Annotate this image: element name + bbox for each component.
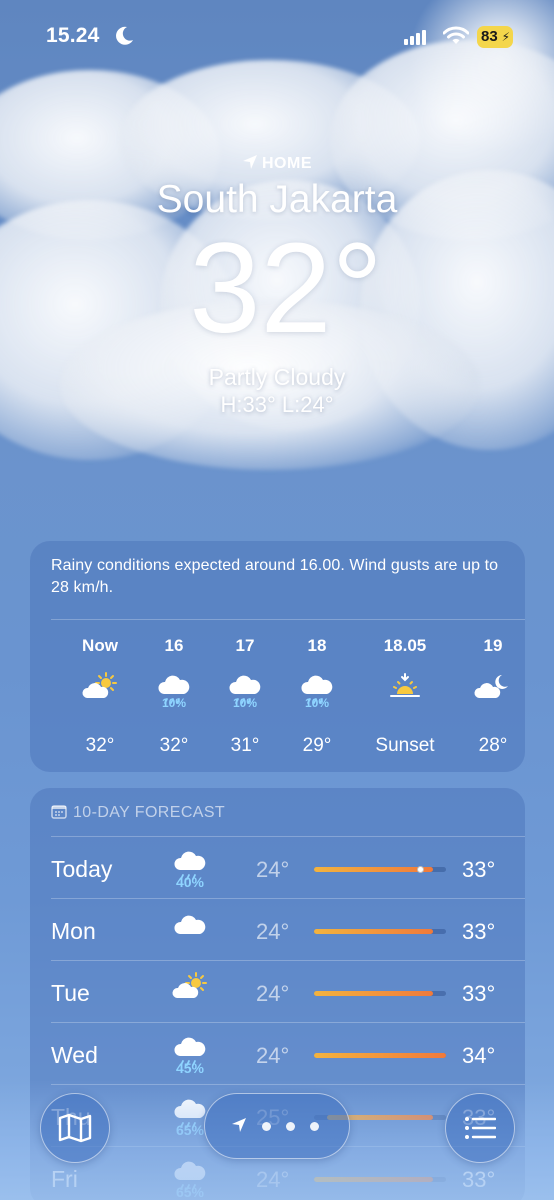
- row-divider: [51, 960, 525, 961]
- page-dot: [262, 1122, 271, 1131]
- hour-temperature: 32°: [159, 735, 189, 756]
- high-low-text: H:33° L:24°: [220, 392, 334, 417]
- low-temperature: 24°: [256, 919, 290, 944]
- high-temperature: 33°: [462, 919, 496, 944]
- row-divider: [51, 1022, 525, 1023]
- cloud-icon: [170, 908, 210, 948]
- hour-temperature: 32°: [85, 735, 115, 756]
- hour-temperature: 31°: [230, 735, 260, 756]
- temperature-range-bar: [314, 1053, 446, 1058]
- hourly-item: Now 32°: [65, 636, 135, 757]
- precip-chance: 10%: [161, 696, 187, 710]
- temperature-range-fill: [314, 991, 433, 996]
- high-temperature: 34°: [462, 1043, 496, 1068]
- day-label: Today: [51, 856, 113, 882]
- location-arrow-icon: [243, 155, 257, 169]
- temperature-range-bar: [314, 991, 446, 996]
- hourly-item: 18.05 Sunset: [370, 636, 440, 757]
- list-icon: [465, 1117, 496, 1139]
- low-temperature: 24°: [256, 981, 290, 1006]
- forecast-day-row[interactable]: Mon 24° 33°: [30, 900, 525, 962]
- day-label: Mon: [51, 918, 96, 944]
- temperature-range-bar: [314, 866, 446, 873]
- moon-icon: [116, 26, 133, 45]
- hourly-item: 19 28°: [458, 636, 525, 757]
- hour-label: 18: [307, 636, 327, 655]
- charging-bolt-icon: ⚡: [501, 30, 510, 44]
- city-name: South Jakarta: [156, 178, 398, 221]
- temperature-range-bar: [314, 929, 446, 934]
- hour-temperature: 28°: [478, 735, 508, 756]
- battery-level: 83: [481, 28, 498, 45]
- precip-chance: 10%: [232, 696, 258, 710]
- temperature-range-fill: [314, 1053, 446, 1058]
- hour-label: 19: [483, 636, 503, 655]
- precip-chance: 10%: [304, 696, 330, 710]
- high-temperature: 33°: [462, 981, 496, 1006]
- temperature-range-fill: [314, 867, 433, 872]
- forecast-day-row[interactable]: Wed 45% 24° 34°: [30, 1024, 525, 1086]
- partly-cloudy-icon: [65, 670, 135, 710]
- status-bar: 15.24 83 ⚡: [0, 22, 554, 52]
- page-dot: [286, 1122, 295, 1131]
- hourly-item: 16 10% 32°: [139, 636, 209, 757]
- row-divider: [51, 836, 525, 837]
- battery-indicator: 83 ⚡: [477, 26, 513, 48]
- sunset-icon: [370, 670, 440, 710]
- rain-cloud-icon: 10%: [210, 670, 280, 710]
- day-label: Tue: [51, 980, 90, 1006]
- map-icon: [58, 1113, 92, 1143]
- hourly-forecast-card[interactable]: Rainy conditions expected around 16.00. …: [30, 541, 525, 772]
- current-temperature: 32°: [189, 217, 383, 360]
- hour-label: Now: [82, 636, 118, 655]
- current-temp-dot: [416, 866, 424, 873]
- hour-label: 18.05: [383, 636, 427, 655]
- list-button[interactable]: [445, 1093, 515, 1163]
- calendar-icon: [51, 805, 67, 819]
- rain-cloud-icon: 10%: [139, 670, 209, 710]
- map-button[interactable]: [40, 1093, 110, 1163]
- wifi-icon: [443, 26, 469, 44]
- forecast-day-row[interactable]: Today 40% 24° 33°: [30, 838, 525, 900]
- night-cloudy-icon: [458, 670, 525, 710]
- divider: [51, 619, 525, 620]
- condition-text: Partly Cloudy: [208, 364, 346, 390]
- location-arrow-icon: [232, 1118, 246, 1132]
- page-indicator[interactable]: [204, 1093, 350, 1159]
- precip-chance: 45%: [175, 1060, 205, 1076]
- low-temperature: 24°: [256, 1043, 290, 1068]
- location-tag: HOME: [0, 154, 554, 173]
- hourly-item: 17 10% 31°: [210, 636, 280, 757]
- partly-cloudy-icon: [170, 970, 210, 1010]
- low-temperature: 24°: [256, 857, 290, 882]
- status-time: 15.24: [46, 24, 100, 47]
- hour-label: 16: [164, 636, 184, 655]
- ten-day-header: 10-DAY FORECAST: [51, 804, 225, 822]
- forecast-day-row[interactable]: Tue 24° 33°: [30, 962, 525, 1024]
- hour-temperature: Sunset: [375, 735, 435, 756]
- location-tag-label: HOME: [262, 155, 312, 172]
- forecast-summary: Rainy conditions expected around 16.00. …: [51, 557, 499, 596]
- hourly-item: 18 10% 29°: [282, 636, 352, 757]
- high-temperature: 33°: [462, 857, 496, 882]
- precip-chance: 40%: [175, 874, 205, 890]
- page-dot: [310, 1122, 319, 1131]
- day-label: Wed: [51, 1042, 98, 1068]
- row-divider: [51, 898, 525, 899]
- ten-day-title: 10-DAY FORECAST: [73, 804, 226, 821]
- hour-label: 17: [235, 636, 255, 655]
- rain-cloud-icon: 10%: [282, 670, 352, 710]
- cellular-signal-icon: [404, 30, 426, 45]
- hourly-scroller[interactable]: Now 32° 16 10% 32° 17 10% 31° 18 10% 29° 18.05 Sunse…: [30, 636, 525, 766]
- hour-temperature: 29°: [302, 735, 332, 756]
- temperature-range-fill: [314, 929, 433, 934]
